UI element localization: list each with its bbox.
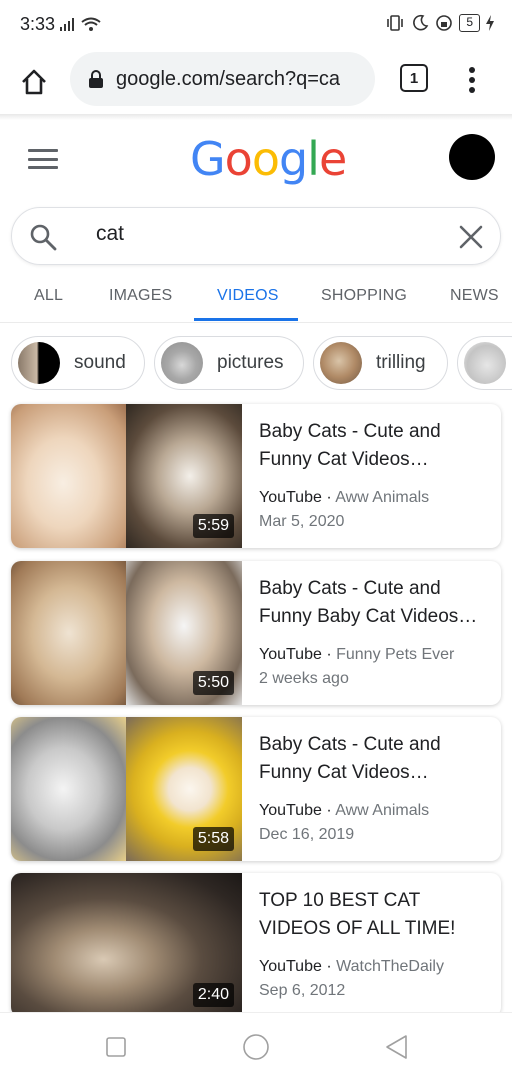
channel-name: Funny Pets Ever	[336, 646, 455, 663]
channel-name: WatchTheDaily	[336, 958, 444, 975]
video-date: Dec 16, 2019	[259, 826, 355, 843]
data-saver-icon	[436, 15, 453, 31]
more-vert-icon	[469, 67, 475, 93]
logo-letter: e	[318, 132, 347, 186]
menu-icon[interactable]	[28, 146, 58, 172]
home-button[interactable]	[14, 62, 54, 102]
tab-shopping[interactable]: SHOPPING	[321, 287, 407, 305]
tab-images[interactable]: IMAGES	[109, 287, 172, 305]
search-tabs: ALL IMAGES VIDEOS SHOPPING NEWS	[0, 270, 512, 322]
chip-trilling[interactable]: trilling	[313, 336, 448, 390]
source-name: YouTube	[259, 646, 322, 663]
video-title: Baby Cats - Cute and Funny Cat Videos…	[259, 421, 441, 470]
chip-sound[interactable]: sound	[11, 336, 145, 390]
video-duration: 5:58	[192, 827, 234, 851]
search-input[interactable]	[96, 222, 396, 246]
battery-icon: 5	[459, 14, 480, 32]
chip-more[interactable]	[457, 336, 512, 390]
tab-videos[interactable]: VIDEOS	[217, 287, 279, 305]
active-tab-indicator	[194, 318, 298, 321]
signal-wifi-icon	[60, 17, 101, 31]
browser-menu-button[interactable]	[460, 62, 484, 98]
divider	[0, 322, 512, 323]
video-duration: 2:40	[192, 983, 234, 1007]
source-name: YouTube	[259, 489, 322, 506]
video-title: Baby Cats - Cute and Funny Baby Cat Vide…	[259, 578, 478, 627]
logo-letter: G	[190, 132, 226, 186]
close-icon[interactable]	[458, 224, 484, 250]
video-result[interactable]: 5:59 Baby Cats - Cute and Funny Cat Vide…	[11, 404, 501, 548]
logo-letter: l	[307, 132, 320, 186]
avatar[interactable]	[449, 134, 495, 180]
chip-thumbnail	[320, 342, 362, 384]
video-source: YouTube · Aww Animals	[259, 802, 430, 819]
chip-thumbnail	[464, 342, 506, 384]
search-box[interactable]	[11, 207, 501, 265]
home-icon	[22, 69, 46, 95]
chip-label: pictures	[217, 352, 284, 373]
system-nav-bar	[0, 1012, 512, 1080]
video-date: Sep 6, 2012	[259, 982, 346, 999]
back-icon[interactable]	[384, 1034, 408, 1060]
logo-letter: o	[251, 132, 280, 186]
url-bar[interactable]: google.com/search?q=ca	[70, 52, 375, 106]
chip-thumbnail	[161, 342, 203, 384]
source-name: YouTube	[259, 802, 322, 819]
logo-letter: g	[278, 132, 308, 186]
video-result[interactable]: 5:58 Baby Cats - Cute and Funny Cat Vide…	[11, 717, 501, 861]
search-icon[interactable]	[28, 222, 58, 252]
video-duration: 5:59	[192, 514, 234, 538]
tab-all[interactable]: ALL	[34, 287, 63, 305]
logo-letter: o	[224, 132, 253, 186]
video-result[interactable]: 5:50 Baby Cats - Cute and Funny Baby Cat…	[11, 561, 501, 705]
status-icons: 5	[385, 14, 494, 32]
lock-icon	[89, 70, 103, 88]
chip-pictures[interactable]: pictures	[154, 336, 304, 390]
video-duration: 5:50	[192, 671, 234, 695]
channel-name: Aww Animals	[335, 489, 430, 506]
video-source: YouTube · WatchTheDaily	[259, 958, 444, 975]
video-thumbnail: 5:50	[11, 561, 242, 705]
video-title: Baby Cats - Cute and Funny Cat Videos…	[259, 734, 441, 783]
video-result[interactable]: 2:40 TOP 10 BEST CAT VIDEOS OF ALL TIME!…	[11, 873, 501, 1017]
video-thumbnail: 5:58	[11, 717, 242, 861]
browser-toolbar: google.com/search?q=ca 1	[0, 50, 512, 114]
vibrate-icon	[387, 15, 404, 31]
url-text: google.com/search?q=ca	[116, 67, 341, 90]
status-time: 3:33	[20, 14, 56, 34]
video-source: YouTube · Aww Animals	[259, 489, 430, 506]
tab-switcher-button[interactable]: 1	[400, 64, 428, 92]
recents-icon[interactable]	[106, 1037, 126, 1057]
status-bar: 3:33 5	[0, 0, 512, 50]
video-thumbnail: 2:40	[11, 873, 242, 1017]
video-source: YouTube · Funny Pets Ever	[259, 646, 455, 663]
chip-label: trilling	[376, 352, 426, 373]
channel-name: Aww Animals	[335, 802, 430, 819]
toolbar-shadow	[0, 114, 512, 120]
charging-icon	[486, 15, 494, 31]
video-date: 2 weeks ago	[259, 670, 349, 687]
chip-label: sound	[74, 352, 126, 373]
source-name: YouTube	[259, 958, 322, 975]
refinement-chips: sound pictures trilling	[0, 336, 512, 390]
google-logo[interactable]: Google	[190, 132, 347, 186]
moon-icon	[413, 14, 429, 31]
chip-thumbnail	[18, 342, 60, 384]
video-date: Mar 5, 2020	[259, 513, 345, 530]
tab-news[interactable]: NEWS	[450, 287, 499, 305]
home-nav-icon[interactable]	[242, 1033, 270, 1061]
video-title: TOP 10 BEST CAT VIDEOS OF ALL TIME!	[259, 890, 456, 939]
video-thumbnail: 5:59	[11, 404, 242, 548]
